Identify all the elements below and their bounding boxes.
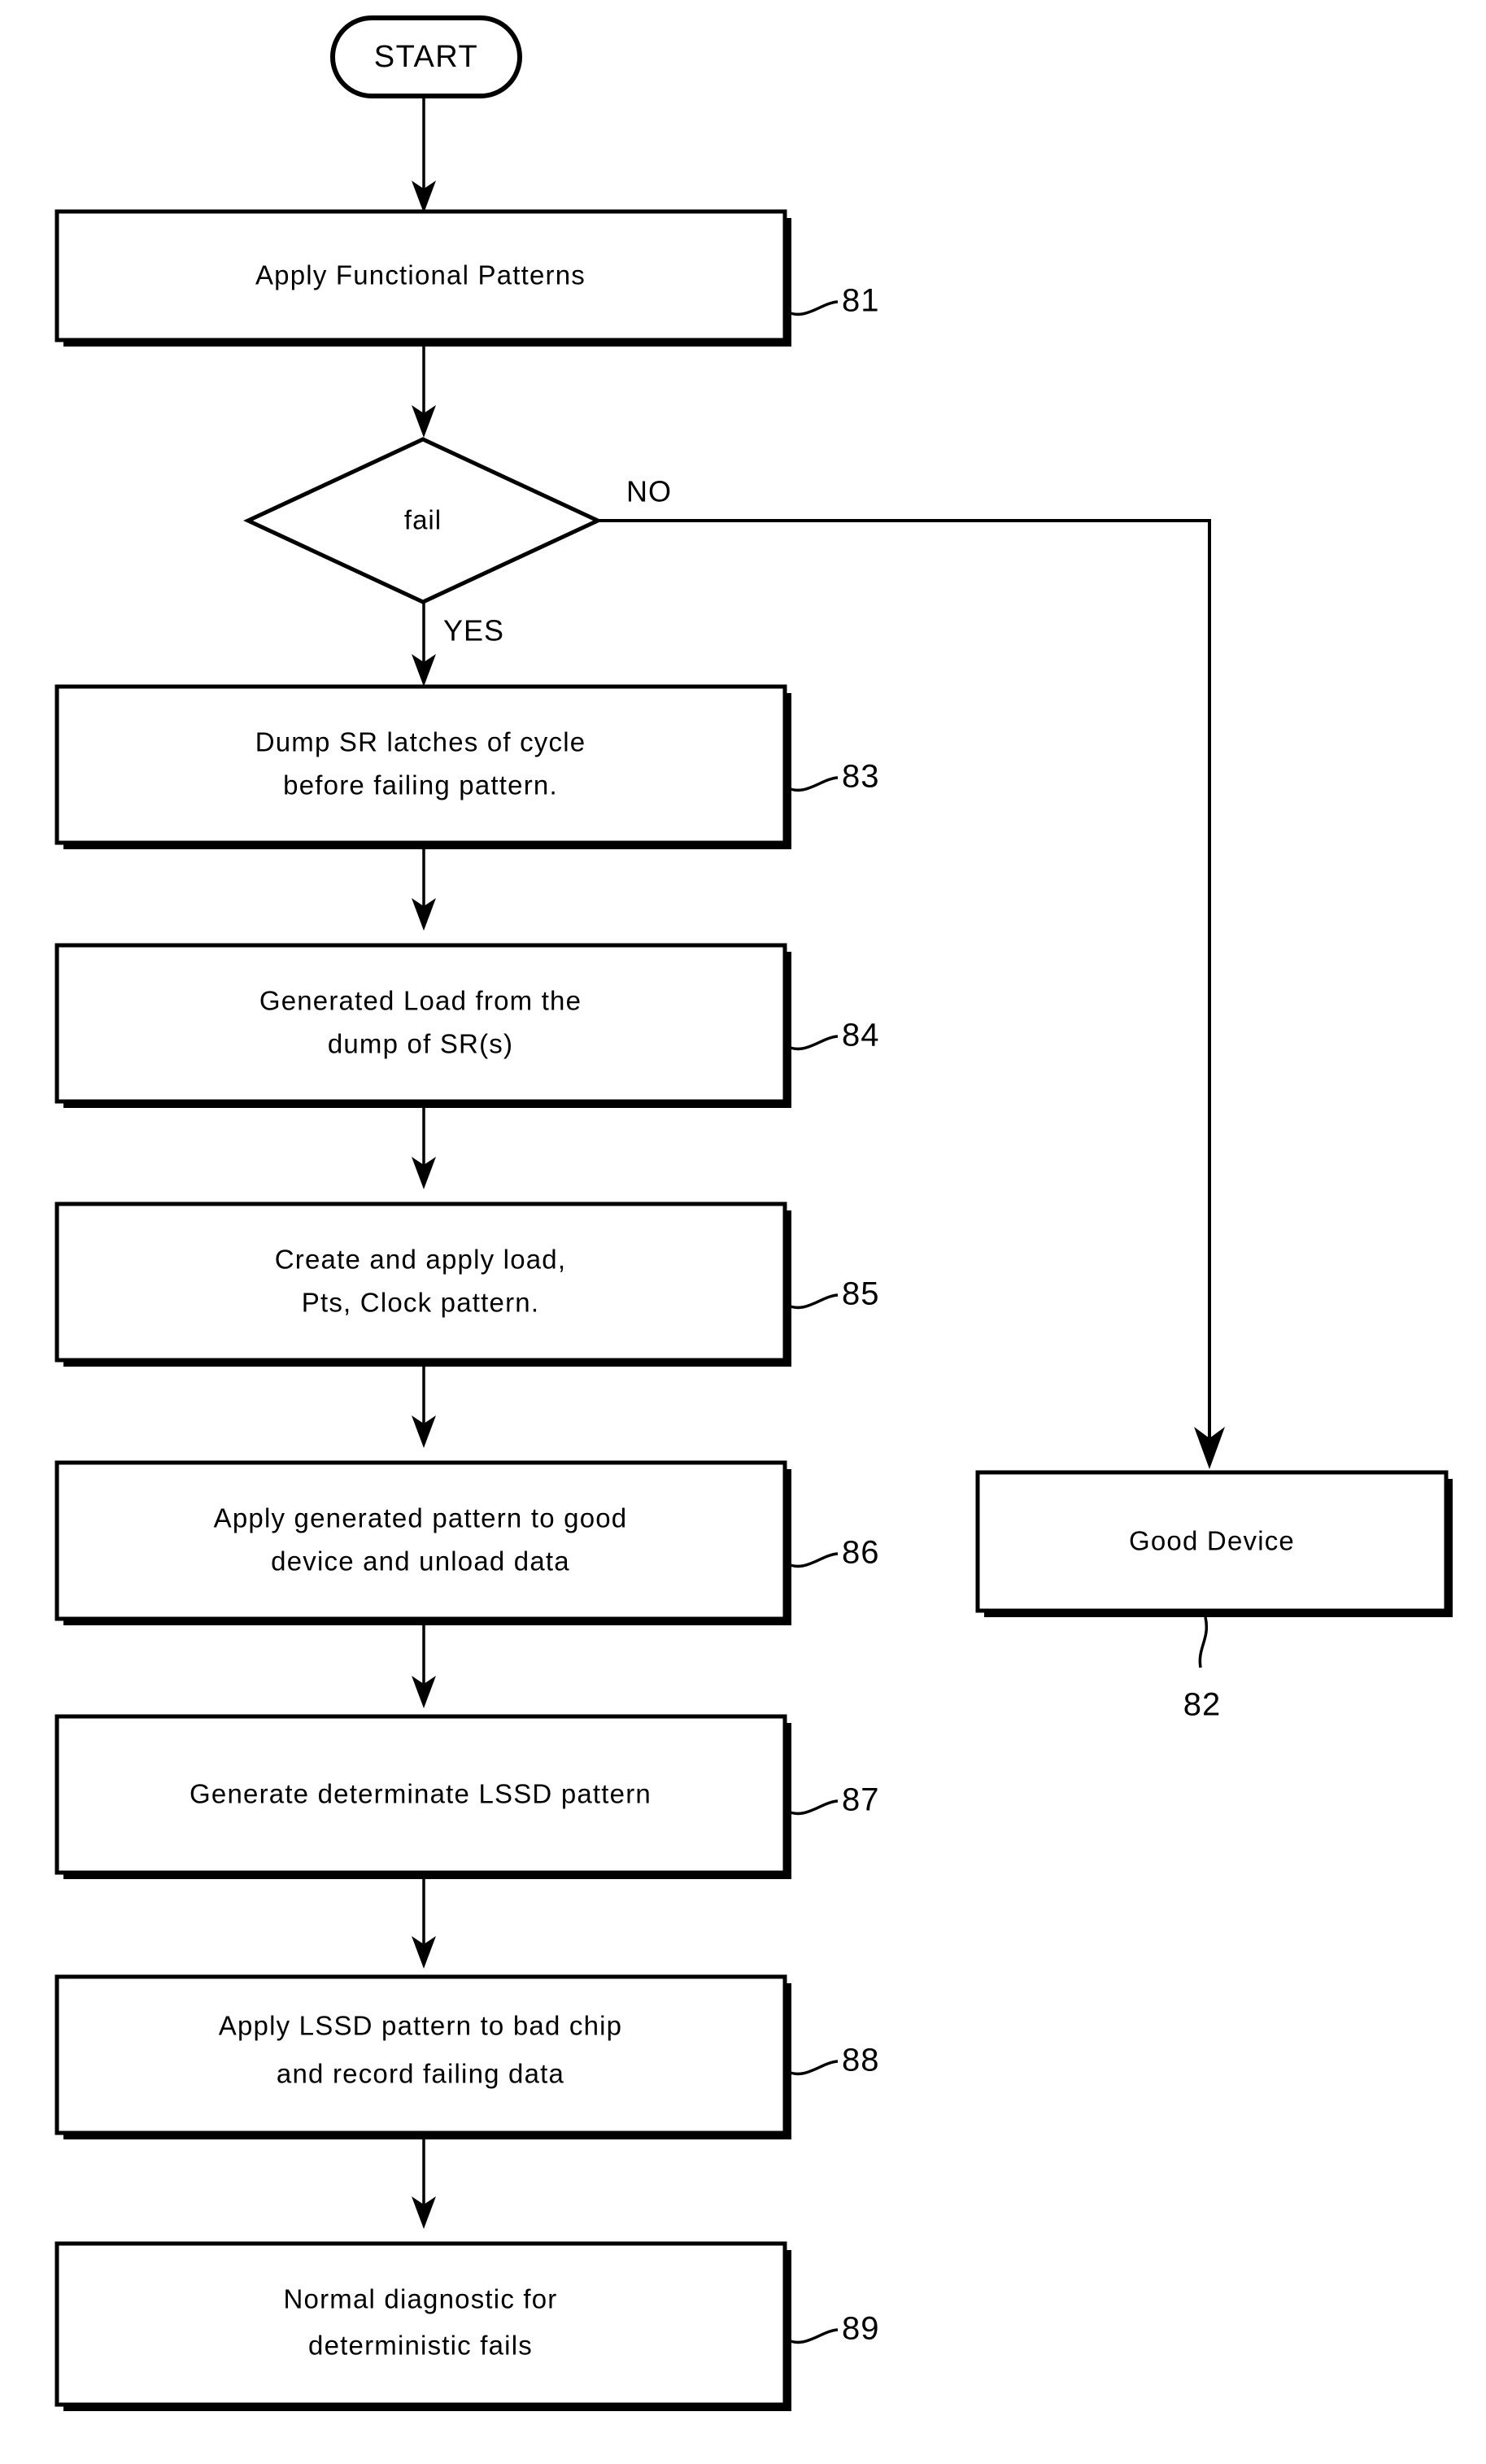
node-89-line-0: Normal diagnostic for (284, 2284, 558, 2314)
connector-start-to-81 (412, 96, 436, 213)
node-88-line-0: Apply LSSD pattern to bad chip (219, 2011, 622, 2041)
start-terminator-label: START (374, 40, 479, 74)
connector-83-to-84 (412, 849, 436, 931)
node-87: Generate determinate LSSD pattern 87 (54, 1714, 880, 1879)
node-84-shape (54, 943, 787, 1104)
connector-85-to-86 (412, 1367, 436, 1448)
node-83-line-0: Dump SR latches of cycle (255, 727, 586, 757)
node-88-line-1: and record failing data (277, 2059, 564, 2089)
connector-86-to-87 (412, 1625, 436, 1708)
node-87-ref: 87 (842, 1782, 880, 1818)
decision-label: fail (404, 505, 442, 535)
node-82-leader (1198, 1616, 1208, 1668)
node-88-ref: 88 (842, 2043, 880, 2078)
node-86-leader (786, 1552, 839, 1568)
node-85-leader (786, 1293, 839, 1310)
flowchart-svg: START Apply Functional Patterns 81 fail (54, 15, 1453, 2411)
node-85-line-1: Pts, Clock pattern. (302, 1288, 539, 1318)
flowchart-canvas: START Apply Functional Patterns 81 fail (0, 0, 1486, 2464)
connector-84-to-85 (412, 1108, 436, 1189)
connector-88-to-89 (412, 2139, 436, 2229)
node-81: Apply Functional Patterns 81 (54, 209, 880, 347)
node-86-shape (54, 1460, 787, 1621)
node-89-leader (786, 2328, 839, 2344)
node-88: Apply LSSD pattern to bad chip and recor… (54, 1974, 880, 2139)
node-81-ref: 81 (842, 283, 880, 319)
node-84: Generated Load from the dump of SR(s) 84 (54, 943, 880, 1108)
node-82: Good Device 82 (975, 1470, 1453, 1723)
node-84-leader (786, 1035, 839, 1051)
node-85-ref: 85 (842, 1276, 880, 1312)
node-83-ref: 83 (842, 759, 880, 795)
node-88-shape (54, 1974, 787, 2135)
node-89-ref: 89 (842, 2311, 880, 2347)
node-83-line-1: before failing pattern. (283, 770, 558, 800)
node-84-line-0: Generated Load from the (259, 986, 582, 1016)
node-86-line-0: Apply generated pattern to good (214, 1503, 628, 1533)
node-89-line-1: deterministic fails (308, 2331, 533, 2361)
node-decision-fail: fail (243, 437, 603, 604)
connector-81-to-decision (412, 347, 436, 438)
node-84-ref: 84 (842, 1018, 880, 1053)
node-83: Dump SR latches of cycle before failing … (54, 684, 880, 849)
node-83-leader (786, 776, 839, 792)
node-87-leader (786, 1799, 839, 1816)
node-82-line-0: Good Device (1129, 1526, 1295, 1556)
node-84-line-1: dump of SR(s) (328, 1029, 513, 1059)
node-86: Apply generated pattern to good device a… (54, 1460, 880, 1625)
node-start: START (330, 15, 522, 98)
decision-yes-label: YES (443, 614, 504, 648)
node-82-ref: 82 (1183, 1687, 1222, 1723)
connector-87-to-88 (412, 1879, 436, 1969)
node-83-shape (54, 684, 787, 845)
node-81-line-0: Apply Functional Patterns (255, 260, 586, 290)
node-85-line-0: Create and apply load, (275, 1245, 566, 1275)
node-87-line-0: Generate determinate LSSD pattern (190, 1779, 651, 1809)
node-88-leader (786, 2060, 839, 2076)
node-81-leader (786, 300, 839, 316)
decision-no-label: NO (626, 475, 672, 508)
node-85: Create and apply load, Pts, Clock patter… (54, 1201, 880, 1367)
node-85-shape (54, 1201, 787, 1363)
connector-decision-yes: YES (412, 602, 504, 687)
node-89-shape (54, 2241, 787, 2407)
node-86-line-1: device and unload data (271, 1546, 570, 1577)
node-86-ref: 86 (842, 1535, 880, 1571)
node-89: Normal diagnostic for deterministic fail… (54, 2241, 880, 2411)
